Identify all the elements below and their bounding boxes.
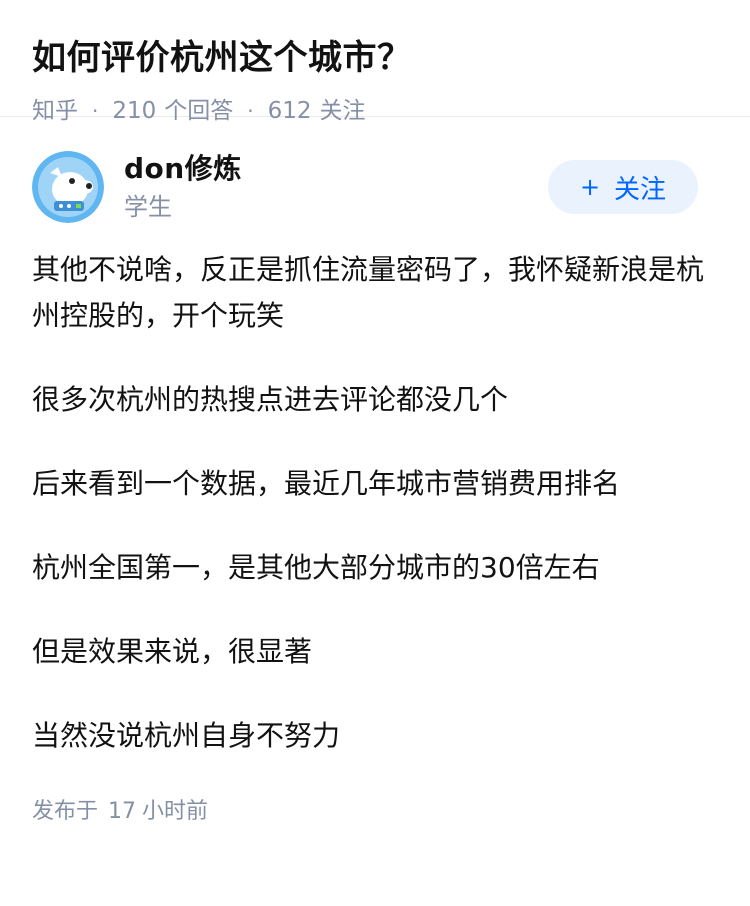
answer-card: don修炼 学生 + 关注 其他不说啥，反正是抓住流量密码了，我怀疑新浪是杭州控…: [0, 151, 750, 827]
question-title[interactable]: 如何评价杭州这个城市？: [32, 34, 718, 82]
follow-label: 关注: [614, 174, 667, 205]
answers-count: 210: [112, 98, 157, 124]
meta-separator: ·: [92, 99, 99, 123]
paragraph: 当然没说杭州自身不努力: [32, 719, 341, 752]
author-name[interactable]: don修炼: [124, 151, 242, 187]
answers-label[interactable]: 个回答: [164, 96, 233, 126]
paragraph: 杭州全国第一，是其他大部分城市的30倍左右: [32, 551, 600, 584]
paragraph: 但是效果来说，很显著: [32, 635, 313, 668]
published-label: 发布于: [32, 799, 99, 824]
question-header: 如何评价杭州这个城市？ 知乎 · 210 个回答 · 612 关注: [0, 0, 750, 124]
meta-separator: ·: [247, 99, 254, 123]
answer-content: 其他不说啥，反正是抓住流量密码了，我怀疑新浪是杭州控股的，开个玩笑 很多次杭州的…: [32, 247, 718, 759]
paragraph: 其他不说啥，反正是抓住流量密码了，我怀疑新浪是杭州控股的，开个玩笑: [32, 253, 705, 332]
publish-time: 发布于 17 小时前: [32, 797, 718, 827]
published-unit: 小时前: [142, 799, 209, 824]
followers-count: 612: [267, 98, 312, 124]
author-row: don修炼 学生 + 关注: [32, 151, 718, 223]
follow-button[interactable]: + 关注: [548, 160, 698, 214]
paragraph: 很多次杭州的热搜点进去评论都没几个: [32, 383, 509, 416]
author-info: don修炼 学生: [124, 151, 242, 223]
published-num: 17: [108, 799, 137, 824]
plus-icon: +: [579, 173, 601, 201]
paragraph: 后来看到一个数据，最近几年城市营销费用排名: [32, 467, 621, 500]
question-meta: 知乎 · 210 个回答 · 612 关注: [32, 96, 718, 126]
followers-label: 关注: [319, 98, 366, 124]
dog-avatar-icon[interactable]: [32, 151, 104, 223]
author-headline: 学生: [124, 193, 172, 221]
source-label[interactable]: 知乎: [32, 96, 78, 126]
